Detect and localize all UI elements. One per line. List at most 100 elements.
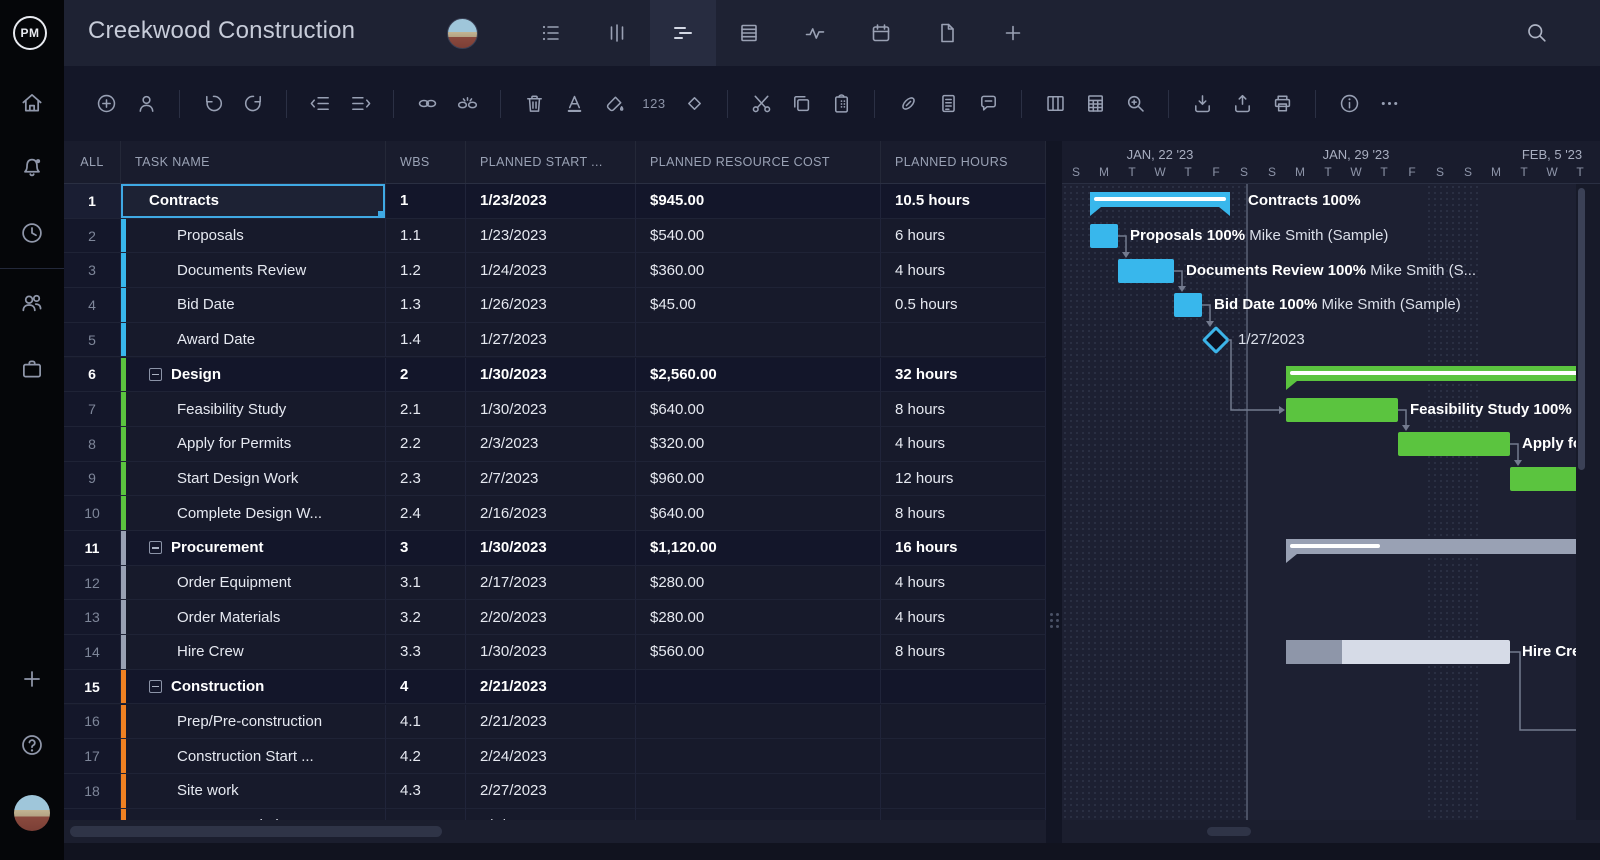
task-name-cell[interactable]: Bid Date — [121, 288, 386, 323]
planned-hours-cell[interactable]: 4 hours — [881, 600, 1046, 636]
table-row[interactable]: 15 Construction 4 2/21/2023 — [64, 669, 1046, 705]
planned-hours-cell[interactable] — [881, 704, 1046, 740]
planned-start-cell[interactable]: 2/27/2023 — [466, 773, 636, 809]
add-icon[interactable] — [17, 664, 47, 694]
planned-start-cell[interactable]: 1/24/2023 — [466, 253, 636, 289]
table-row[interactable]: 14 Hire Crew 3.3 1/30/2023 $560.00 8 hours — [64, 635, 1046, 670]
gantt-horizontal-scrollbar[interactable] — [1207, 827, 1251, 836]
task-name-cell[interactable]: Proposals — [121, 218, 386, 254]
wbs-cell[interactable]: 1 — [386, 184, 466, 219]
attachment-icon[interactable] — [888, 86, 928, 122]
home-icon[interactable] — [17, 88, 47, 118]
tab-gantt[interactable] — [650, 0, 716, 66]
fill-color-icon[interactable] — [594, 86, 634, 122]
planned-start-cell[interactable]: 2/20/2023 — [466, 600, 636, 636]
wbs-cell[interactable]: 3.2 — [386, 600, 466, 636]
table-row[interactable]: 6 Design 2 1/30/2023 $2,560.00 32 hours — [64, 357, 1046, 393]
row-number[interactable]: 9 — [64, 461, 121, 497]
portfolio-icon[interactable] — [17, 354, 47, 384]
planned-cost-cell[interactable]: $640.00 — [636, 392, 881, 427]
planned-start-cell[interactable]: 1/30/2023 — [466, 357, 636, 393]
planned-start-cell[interactable]: 2/3/2023 — [466, 426, 636, 462]
import-icon[interactable] — [1182, 86, 1222, 122]
planned-hours-cell[interactable]: 16 hours — [881, 531, 1046, 566]
wbs-cell[interactable]: 1.2 — [386, 253, 466, 289]
assign-user-icon[interactable] — [126, 86, 166, 122]
wbs-cell[interactable]: 4.1 — [386, 704, 466, 740]
tab-add-view[interactable] — [980, 0, 1046, 66]
row-number[interactable]: 4 — [64, 288, 121, 323]
planned-cost-cell[interactable]: $280.00 — [636, 565, 881, 601]
task-name-cell[interactable]: Construction Start ... — [121, 739, 386, 774]
wbs-cell[interactable]: 2 — [386, 357, 466, 393]
task-name-cell[interactable]: Start Design Work — [121, 461, 386, 497]
planned-hours-cell[interactable]: 10.5 hours — [881, 184, 1046, 219]
row-number[interactable]: 7 — [64, 392, 121, 427]
tab-sheet[interactable] — [716, 0, 782, 66]
collapse-icon[interactable] — [149, 680, 162, 694]
help-icon[interactable] — [17, 730, 47, 760]
delete-icon[interactable] — [514, 86, 554, 122]
project-owner-avatar[interactable] — [447, 18, 478, 49]
task-name-cell[interactable]: Order Equipment — [121, 565, 386, 601]
tab-calendar[interactable] — [848, 0, 914, 66]
task-name-cell[interactable]: Contracts — [121, 184, 386, 219]
task-name-cell[interactable]: Order Materials — [121, 600, 386, 636]
unlink-tasks-icon[interactable] — [447, 86, 487, 122]
export-icon[interactable] — [1222, 86, 1262, 122]
planned-hours-cell[interactable] — [881, 773, 1046, 809]
row-number[interactable]: 5 — [64, 322, 121, 358]
wbs-cell[interactable]: 2.4 — [386, 496, 466, 531]
project-title[interactable]: Creekwood Construction — [88, 17, 355, 45]
table-gantt-splitter[interactable] — [1046, 141, 1062, 843]
planned-start-cell[interactable]: 1/30/2023 — [466, 531, 636, 566]
table-row[interactable]: 4 Bid Date 1.3 1/26/2023 $45.00 0.5 hours — [64, 288, 1046, 323]
planned-cost-cell[interactable] — [636, 773, 881, 809]
row-number[interactable]: 17 — [64, 739, 121, 774]
table-row[interactable]: 11 Procurement 3 1/30/2023 $1,120.00 16 hours — [64, 531, 1046, 566]
add-task-icon[interactable] — [86, 86, 126, 122]
wbs-cell[interactable]: 3.1 — [386, 565, 466, 601]
planned-hours-cell[interactable]: 12 hours — [881, 461, 1046, 497]
table-row[interactable]: 8 Apply for Permits 2.2 2/3/2023 $320.00 4 ho… — [64, 426, 1046, 462]
planned-start-cell[interactable]: 2/16/2023 — [466, 496, 636, 531]
col-wbs[interactable]: WBS — [386, 141, 466, 183]
planned-hours-cell[interactable]: 8 hours — [881, 496, 1046, 531]
table-row[interactable]: 10 Complete Design W... 2.4 2/16/2023 $640.0… — [64, 496, 1046, 531]
cut-icon[interactable] — [741, 86, 781, 122]
wbs-cell[interactable]: 2.2 — [386, 426, 466, 462]
copy-icon[interactable] — [781, 86, 821, 122]
col-planned-hours[interactable]: PLANNED HOURS — [881, 141, 1046, 183]
row-number[interactable]: 3 — [64, 253, 121, 289]
wbs-cell[interactable]: 4.3 — [386, 773, 466, 809]
pm-logo[interactable]: PM — [13, 16, 47, 50]
notes-icon[interactable] — [928, 86, 968, 122]
calculator-icon[interactable] — [1075, 86, 1115, 122]
planned-hours-cell[interactable]: 4 hours — [881, 426, 1046, 462]
task-name-cell[interactable]: Procurement — [121, 531, 386, 566]
table-row[interactable]: 2 Proposals 1.1 1/23/2023 $540.00 6 hours — [64, 218, 1046, 254]
table-row[interactable]: 9 Start Design Work 2.3 2/7/2023 $960.00 12 h… — [64, 461, 1046, 497]
wbs-cell[interactable]: 1.1 — [386, 218, 466, 254]
planned-hours-cell[interactable] — [881, 739, 1046, 774]
row-number[interactable]: 1 — [64, 184, 121, 219]
table-row[interactable]: 1 Contracts 1 1/23/2023 $945.00 10.5 hours — [64, 184, 1046, 219]
table-row[interactable]: 13 Order Materials 3.2 2/20/2023 $280.00 4 ho… — [64, 600, 1046, 636]
planned-cost-cell[interactable] — [636, 669, 881, 705]
planned-start-cell[interactable]: 1/30/2023 — [466, 392, 636, 427]
table-row[interactable]: 17 Construction Start ... 4.2 2/24/2023 — [64, 739, 1046, 774]
task-name-cell[interactable]: Documents Review — [121, 253, 386, 289]
planned-cost-cell[interactable] — [636, 322, 881, 358]
tab-docs[interactable] — [914, 0, 980, 66]
number-format-icon[interactable]: 123 — [634, 86, 674, 122]
row-number[interactable]: 19 — [64, 808, 121, 820]
planned-cost-cell[interactable]: $640.00 — [636, 496, 881, 531]
task-name-cell[interactable]: Award Date — [121, 322, 386, 358]
planned-start-cell[interactable]: 1/23/2023 — [466, 218, 636, 254]
table-row[interactable]: 16 Prep/Pre-construction 4.1 2/21/2023 — [64, 704, 1046, 740]
table-row[interactable]: 3 Documents Review 1.2 1/24/2023 $360.00 4 ho… — [64, 253, 1046, 289]
row-number[interactable]: 2 — [64, 218, 121, 254]
planned-start-cell[interactable]: 1/23/2023 — [466, 184, 636, 219]
task-name-cell[interactable]: Prep/Pre-construction — [121, 704, 386, 740]
table-row[interactable]: 12 Order Equipment 3.1 2/17/2023 $280.00 4 ho… — [64, 565, 1046, 601]
